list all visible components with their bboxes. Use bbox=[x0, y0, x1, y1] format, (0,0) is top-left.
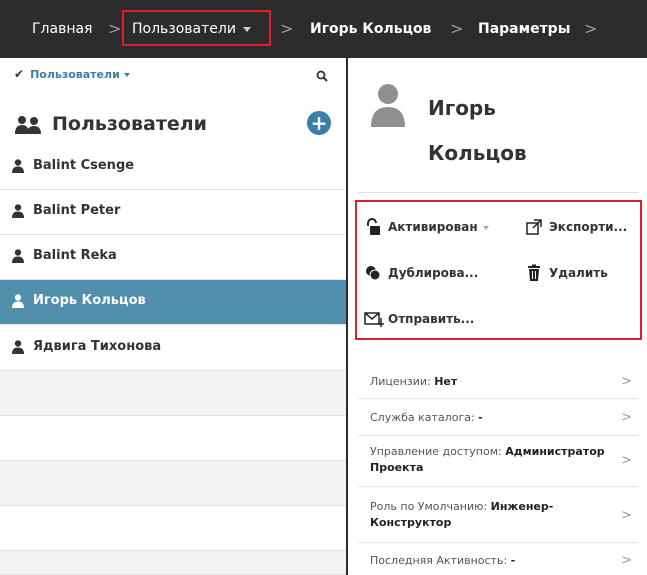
chevron-right-icon: > bbox=[621, 508, 632, 523]
property-licenses[interactable]: Лицензии: Нет > bbox=[370, 374, 632, 390]
property-label: Управление доступом: bbox=[370, 445, 506, 458]
user-name: Игорь Кольцов bbox=[428, 96, 527, 165]
divider bbox=[358, 435, 638, 436]
property-last-activity[interactable]: Последняя Активность: - > bbox=[370, 553, 632, 569]
duplicate-label: Дублирова... bbox=[388, 266, 479, 280]
breadcrumb-users-label: Пользователи bbox=[132, 21, 236, 37]
duplicate-button[interactable]: Дублирова... bbox=[364, 264, 504, 284]
users-filter-label: Пользователи bbox=[30, 68, 120, 81]
user-icon bbox=[12, 159, 24, 177]
chevron-right-icon: > bbox=[621, 410, 632, 425]
trash-icon bbox=[525, 264, 543, 285]
duplicate-icon bbox=[364, 264, 382, 285]
list-item-label: Balint Reka bbox=[33, 248, 117, 263]
list-item[interactable]: Balint Csenge bbox=[0, 145, 346, 190]
chevron-right-icon: > bbox=[621, 553, 632, 568]
list-item-selected[interactable]: Игорь Кольцов bbox=[0, 280, 346, 325]
list-item-label: Игорь Кольцов bbox=[33, 293, 146, 308]
breadcrumb-settings[interactable]: Параметры bbox=[478, 19, 570, 39]
page-title-text: Пользователи bbox=[52, 113, 207, 135]
add-user-button[interactable]: + bbox=[307, 111, 331, 135]
users-list-panel: ✔ Пользователи Пользователи + Balint Csen… bbox=[0, 58, 346, 575]
property-access-management[interactable]: Управление доступом: Администратор Проек… bbox=[370, 444, 632, 478]
breadcrumb: Главная > Пользователи > Игорь Кольцов >… bbox=[0, 0, 647, 58]
chevron-down-icon[interactable] bbox=[242, 26, 251, 32]
delete-label: Удалить bbox=[549, 266, 608, 280]
breadcrumb-separator: > bbox=[450, 19, 464, 38]
list-item-label: Balint Csenge bbox=[33, 158, 135, 173]
unlock-icon bbox=[364, 218, 382, 239]
property-value: - bbox=[510, 554, 516, 567]
property-default-role[interactable]: Роль по Умолчанию: Инженер-Конструктор > bbox=[370, 499, 632, 533]
delete-button[interactable]: Удалить bbox=[525, 264, 635, 284]
empty-row bbox=[0, 551, 346, 575]
user-icon bbox=[12, 340, 24, 358]
search-icon[interactable] bbox=[316, 67, 328, 86]
breadcrumb-user[interactable]: Игорь Кольцов bbox=[310, 19, 431, 39]
property-directory-service[interactable]: Служба каталога: - > bbox=[370, 410, 632, 426]
property-label: Лицензии: bbox=[370, 375, 435, 388]
checkmark-icon: ✔ bbox=[14, 67, 25, 81]
property-label: Последняя Активность: bbox=[370, 554, 511, 567]
send-email-icon bbox=[364, 310, 384, 331]
property-value: Нет bbox=[434, 375, 458, 388]
breadcrumb-separator: > bbox=[584, 19, 598, 38]
divider bbox=[358, 542, 638, 543]
chevron-down-icon bbox=[123, 73, 130, 77]
breadcrumb-users[interactable]: Пользователи bbox=[132, 19, 251, 39]
user-icon bbox=[12, 204, 24, 222]
list-item[interactable]: Balint Reka bbox=[0, 235, 346, 280]
activated-dropdown[interactable]: Активирован bbox=[364, 218, 524, 238]
property-value: - bbox=[478, 411, 483, 424]
divider bbox=[358, 486, 638, 487]
empty-row bbox=[0, 461, 346, 506]
empty-row bbox=[0, 506, 346, 551]
list-item-label: Balint Peter bbox=[33, 203, 121, 218]
chevron-down-icon bbox=[482, 225, 489, 230]
property-label: Служба каталога: bbox=[370, 411, 479, 424]
breadcrumb-separator: > bbox=[108, 19, 122, 38]
user-icon bbox=[12, 249, 24, 267]
list-item[interactable]: Balint Peter bbox=[0, 190, 346, 235]
list-item-label: Ядвига Тихонова bbox=[33, 339, 162, 354]
actions-panel-highlight: Активирован Экспорти... Дублирова... Уда… bbox=[355, 200, 642, 340]
chevron-right-icon: > bbox=[621, 374, 632, 389]
export-button[interactable]: Экспорти... bbox=[525, 218, 640, 238]
divider bbox=[358, 192, 638, 193]
send-button[interactable]: Отправить... bbox=[364, 310, 514, 330]
chevron-right-icon: > bbox=[621, 453, 632, 468]
breadcrumb-home[interactable]: Главная bbox=[32, 19, 92, 39]
users-group-icon bbox=[14, 115, 44, 141]
breadcrumb-separator: > bbox=[280, 19, 294, 38]
user-icon bbox=[12, 294, 24, 312]
users-filter-dropdown[interactable]: ✔ Пользователи bbox=[14, 67, 130, 81]
empty-row bbox=[0, 416, 346, 461]
external-link-icon bbox=[525, 218, 543, 239]
export-label: Экспорти... bbox=[549, 220, 628, 234]
user-details-panel: Игорь Кольцов Активирован Экспорти... Ду… bbox=[348, 58, 647, 575]
send-label: Отправить... bbox=[388, 312, 475, 326]
activated-label: Активирован bbox=[388, 220, 478, 234]
list-item[interactable]: Ядвига Тихонова bbox=[0, 326, 346, 371]
avatar bbox=[370, 83, 406, 131]
page-title: Пользователи bbox=[14, 112, 207, 136]
divider bbox=[358, 398, 638, 399]
property-label: Роль по Умолчанию: bbox=[370, 500, 491, 513]
empty-row bbox=[0, 371, 346, 416]
